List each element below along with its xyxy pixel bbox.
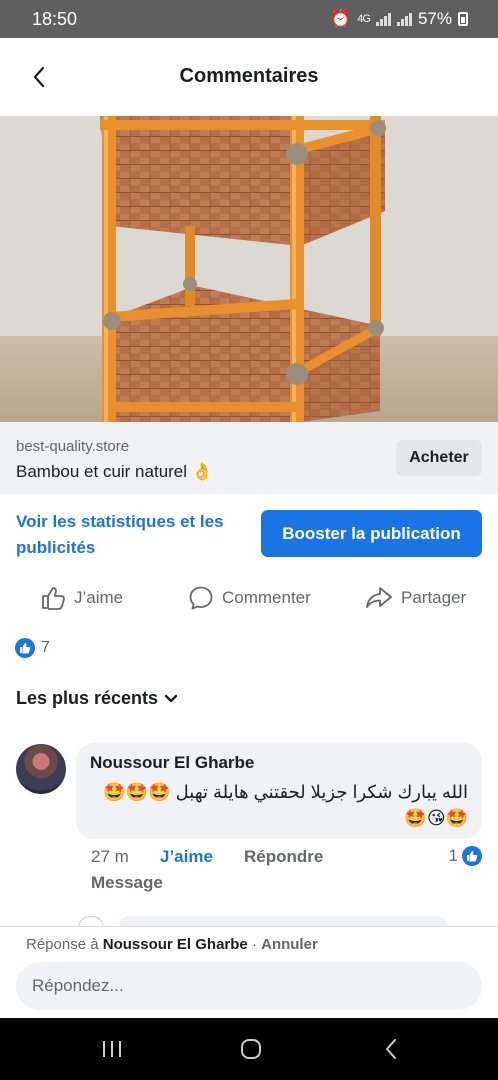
- comment-likes[interactable]: 1: [449, 846, 482, 866]
- system-nav-bar: [0, 1018, 498, 1080]
- like-action[interactable]: J’aime: [40, 578, 123, 618]
- reply-bar: Réponse à Noussour El Gharbe · Annuler: [0, 926, 498, 1018]
- alarm-icon: ⏰: [330, 9, 352, 28]
- signal-icon-2: [396, 12, 412, 26]
- chevron-down-icon: [164, 694, 178, 702]
- reactions-summary[interactable]: 7: [15, 638, 50, 658]
- comment-icon: [189, 586, 213, 610]
- battery-level: 57%: [417, 9, 452, 28]
- reply-prefix: Réponse à: [26, 936, 99, 953]
- boost-button[interactable]: Booster la publication: [261, 510, 482, 557]
- recents-icon: [103, 1041, 121, 1057]
- post-actions: J’aime Commenter Partager: [0, 578, 498, 618]
- reply-to: Réponse à Noussour El Gharbe · Annuler: [26, 936, 318, 953]
- like-badge-icon: [462, 846, 482, 866]
- product-box[interactable]: best-quality.store Bambou et cuir nature…: [0, 422, 498, 494]
- sort-label: Les plus récents: [16, 688, 159, 708]
- share-label: Partager: [401, 588, 467, 607]
- comment-like-button[interactable]: J’aime: [160, 847, 213, 867]
- back-nav-icon: [386, 1039, 396, 1059]
- buy-button[interactable]: Acheter: [396, 440, 482, 476]
- header: Commentaires: [0, 38, 498, 116]
- status-icons: ⏰ 4G 57%: [330, 9, 468, 29]
- comment-bubble[interactable]: Noussour El Gharbe الله يبارك شكرا جزيلا…: [76, 743, 482, 839]
- reply-input[interactable]: [16, 962, 482, 1010]
- share-icon: [366, 587, 392, 608]
- post-image[interactable]: [0, 116, 498, 422]
- stats-link[interactable]: Voir les statistiques et les publicités: [16, 509, 256, 561]
- share-action[interactable]: Partager: [365, 578, 466, 618]
- cancel-reply-button[interactable]: Annuler: [261, 936, 318, 953]
- home-button[interactable]: [231, 1034, 271, 1064]
- network-type: 4G: [357, 13, 371, 25]
- home-icon: [241, 1039, 261, 1059]
- nav-back-button[interactable]: [371, 1034, 411, 1064]
- comment-message-button[interactable]: Message: [91, 873, 163, 893]
- status-bar: 18:50 ⏰ 4G 57%: [0, 0, 498, 38]
- status-time: 18:50: [32, 9, 78, 29]
- sort-dropdown[interactable]: Les plus récents: [16, 688, 178, 709]
- store-url: best-quality.store: [16, 438, 130, 455]
- comment-action[interactable]: Commenter: [188, 578, 311, 618]
- like-label: J’aime: [74, 588, 124, 607]
- comment-text: الله يبارك شكرا جزيلا لحقتني هايلة تهبل …: [103, 782, 468, 828]
- avatar[interactable]: [16, 744, 66, 794]
- comment-label: Commenter: [222, 588, 311, 607]
- like-icon: [42, 587, 65, 610]
- comment-reply-button[interactable]: Répondre: [244, 847, 323, 867]
- page-title: Commentaires: [179, 65, 319, 87]
- reply-separator: ·: [251, 936, 257, 953]
- comment-author[interactable]: Noussour El Gharbe: [90, 753, 254, 773]
- comment-like-count: 1: [448, 846, 458, 865]
- comment-time: 27 m: [91, 847, 129, 866]
- reactions-count: 7: [41, 639, 50, 656]
- like-badge-icon: [15, 638, 35, 658]
- reply-name: Noussour El Gharbe: [102, 936, 248, 953]
- recents-button[interactable]: [92, 1034, 132, 1064]
- bamboo-shelf-image: [0, 116, 498, 422]
- signal-icon: [375, 12, 391, 26]
- battery-icon: [458, 12, 468, 26]
- product-name: Bambou et cuir naturel 👌: [16, 462, 213, 481]
